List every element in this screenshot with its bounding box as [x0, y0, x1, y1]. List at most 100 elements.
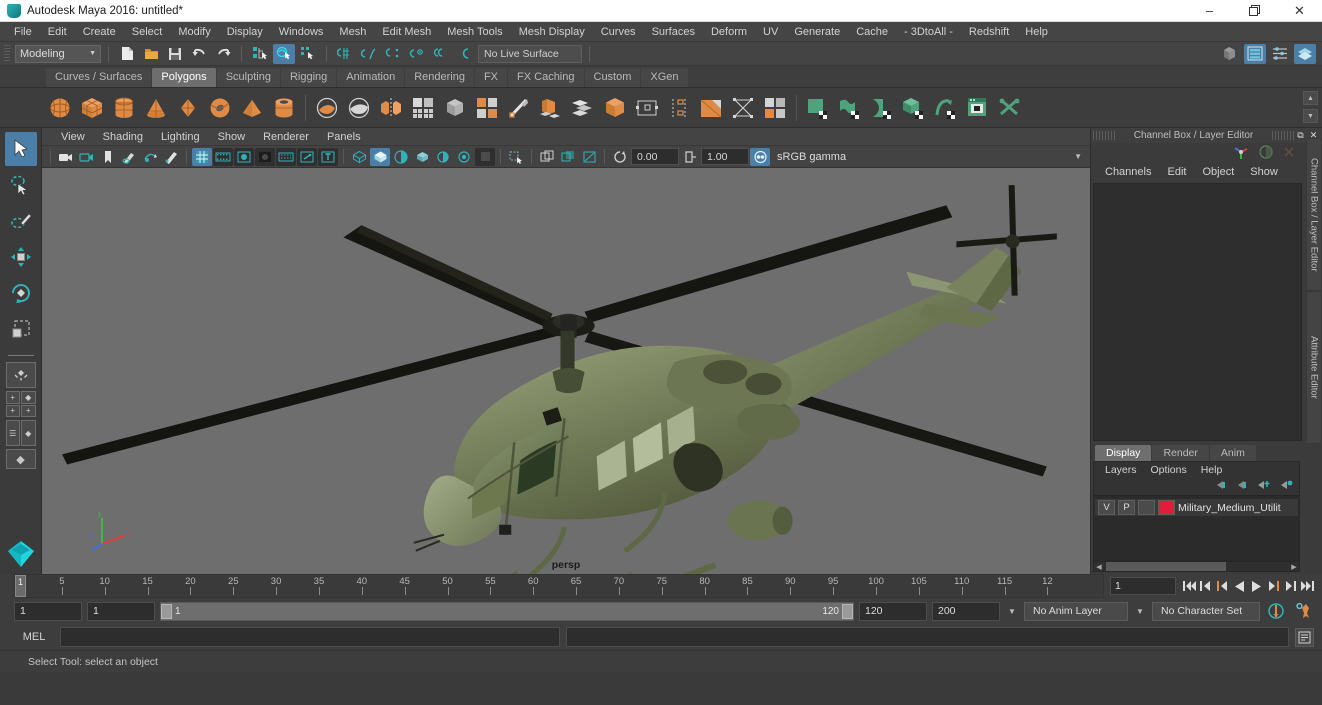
- snap-to-view-plane-icon[interactable]: [430, 44, 452, 64]
- select-tool[interactable]: [4, 132, 37, 166]
- layout-cell[interactable]: +: [5, 404, 20, 417]
- poly-fill-hole-icon[interactable]: [695, 92, 726, 124]
- manipulator-icon[interactable]: [1233, 144, 1250, 163]
- menu-cache[interactable]: Cache: [848, 22, 896, 42]
- layer-horizontal-scrollbar[interactable]: ◀ ▶: [1093, 561, 1300, 572]
- range-end-field[interactable]: 120: [859, 601, 927, 621]
- viewport-menu-show[interactable]: Show: [209, 128, 255, 146]
- poly-smooth-icon[interactable]: [407, 92, 438, 124]
- poly-separate-icon[interactable]: [471, 92, 502, 124]
- character-set-dropdown[interactable]: No Character Set: [1152, 601, 1260, 621]
- anim-layer-chevron-down-icon[interactable]: ▼: [1005, 602, 1019, 621]
- grid-toggle-icon[interactable]: [192, 147, 212, 166]
- menu-modify[interactable]: Modify: [170, 22, 218, 42]
- menu-curves[interactable]: Curves: [593, 22, 644, 42]
- poly-bevel-icon[interactable]: [567, 92, 598, 124]
- poly-cube-icon[interactable]: [76, 92, 107, 124]
- poly-plane-icon[interactable]: [172, 92, 203, 124]
- menu-create[interactable]: Create: [75, 22, 124, 42]
- undo-icon[interactable]: [188, 44, 210, 64]
- side-tab-attribute-editor[interactable]: Attribute Editor: [1306, 291, 1322, 444]
- shelf-tab-rendering[interactable]: Rendering: [405, 68, 474, 87]
- poly-pyramid-icon[interactable]: [236, 92, 267, 124]
- uv-planar-map-icon[interactable]: [834, 92, 865, 124]
- menu-display[interactable]: Display: [219, 22, 271, 42]
- shelf-tab-rigging[interactable]: Rigging: [280, 68, 337, 87]
- color-management-toggle-icon[interactable]: [750, 147, 770, 166]
- uv-unfold-icon[interactable]: [930, 92, 961, 124]
- poly-sphere-icon[interactable]: [44, 92, 75, 124]
- layer-visibility-toggle[interactable]: V: [1098, 500, 1115, 515]
- range-left-handle[interactable]: [161, 603, 172, 619]
- resolution-gate-icon[interactable]: [234, 147, 254, 166]
- wireframe-icon[interactable]: [349, 148, 369, 166]
- snap-to-curve-icon[interactable]: [358, 44, 380, 64]
- tab-anim[interactable]: Anim: [1209, 445, 1256, 461]
- layer-playback-toggle[interactable]: P: [1118, 500, 1135, 515]
- snap-to-grid-icon[interactable]: [334, 44, 356, 64]
- menu-windows[interactable]: Windows: [271, 22, 332, 42]
- uv-editor-icon[interactable]: [802, 92, 833, 124]
- layer-row[interactable]: V P Military_Medium_Utilit: [1095, 499, 1298, 516]
- redo-icon[interactable]: [212, 44, 234, 64]
- menu-edit[interactable]: Edit: [40, 22, 75, 42]
- channel-menu-channels[interactable]: Channels: [1097, 162, 1159, 182]
- uv-texture-editor-icon[interactable]: [962, 92, 993, 124]
- go-to-start-icon[interactable]: [1180, 576, 1197, 596]
- viewport-menu-shading[interactable]: Shading: [94, 128, 152, 146]
- poly-wedge-icon[interactable]: [663, 92, 694, 124]
- menu-mesh-display[interactable]: Mesh Display: [511, 22, 593, 42]
- layer-menu-help[interactable]: Help: [1194, 460, 1230, 480]
- current-time-indicator[interactable]: 1: [15, 575, 26, 597]
- four-view-layout[interactable]: + ◆ + +: [5, 391, 36, 417]
- make-live-icon[interactable]: [454, 44, 476, 64]
- snap-to-point-icon[interactable]: [382, 44, 404, 64]
- menu-deform[interactable]: Deform: [703, 22, 755, 42]
- shelf-tab-xgen[interactable]: XGen: [641, 68, 688, 87]
- command-language-label[interactable]: MEL: [14, 631, 54, 643]
- poly-multicut-icon[interactable]: [503, 92, 534, 124]
- poly-pipe-icon[interactable]: [268, 92, 299, 124]
- channel-menu-show[interactable]: Show: [1242, 162, 1286, 182]
- side-tab-channel-box[interactable]: Channel Box / Layer Editor: [1306, 138, 1322, 291]
- layer-move-down-icon[interactable]: [1235, 479, 1249, 494]
- viewport-menu-panels[interactable]: Panels: [318, 128, 370, 146]
- viewport-menu-lighting[interactable]: Lighting: [152, 128, 209, 146]
- select-by-component-icon[interactable]: [297, 44, 319, 64]
- single-perspective-layout[interactable]: [5, 362, 36, 388]
- layer-shading-toggle[interactable]: [1138, 500, 1155, 515]
- command-input-field[interactable]: [60, 627, 560, 647]
- new-layer-icon[interactable]: [1256, 479, 1271, 494]
- select-by-object-icon[interactable]: [273, 43, 295, 64]
- panel-grip[interactable]: [1093, 131, 1115, 140]
- anim-layer-dropdown[interactable]: No Anim Layer: [1024, 601, 1128, 621]
- go-to-end-icon[interactable]: [1299, 576, 1316, 596]
- menu-redshift[interactable]: Redshift: [961, 22, 1017, 42]
- maximize-button[interactable]: [1232, 0, 1277, 22]
- camera-attributes-icon[interactable]: [77, 148, 97, 166]
- step-back-keyframe-icon[interactable]: [1197, 576, 1214, 596]
- gamma-reset-icon[interactable]: [680, 148, 700, 166]
- shelf-tab-fx[interactable]: FX: [474, 68, 508, 87]
- save-scene-icon[interactable]: [164, 44, 186, 64]
- poly-cone-icon[interactable]: [140, 92, 171, 124]
- uv-cylindrical-map-icon[interactable]: [866, 92, 897, 124]
- uv-automatic-map-icon[interactable]: [898, 92, 929, 124]
- tab-display[interactable]: Display: [1095, 445, 1152, 461]
- time-slider[interactable]: 1 5 10 15 20 25 30 35 40 45 50 55 60 65 70 75 80 85 90 95 1…: [14, 574, 1104, 598]
- exposure-icon[interactable]: [297, 147, 317, 166]
- menu-3dtoall[interactable]: - 3DtoAll -: [896, 22, 961, 42]
- show-hide-modeling-toolkit-icon[interactable]: [1219, 44, 1241, 64]
- scale-tool[interactable]: [5, 312, 37, 346]
- menu-select[interactable]: Select: [124, 22, 171, 42]
- shelf-scroll-down-icon[interactable]: ▼: [1303, 109, 1318, 123]
- status-line-grip[interactable]: [4, 44, 10, 63]
- exposure-value-field[interactable]: 0.00: [631, 148, 679, 165]
- poly-append-icon[interactable]: [631, 92, 662, 124]
- minimize-button[interactable]: –: [1187, 0, 1232, 22]
- select-camera-icon[interactable]: [56, 148, 76, 166]
- poly-mirror-icon[interactable]: [375, 92, 406, 124]
- paint-select-tool[interactable]: [5, 204, 37, 238]
- play-forwards-icon[interactable]: [1248, 576, 1265, 596]
- open-scene-icon[interactable]: [140, 44, 162, 64]
